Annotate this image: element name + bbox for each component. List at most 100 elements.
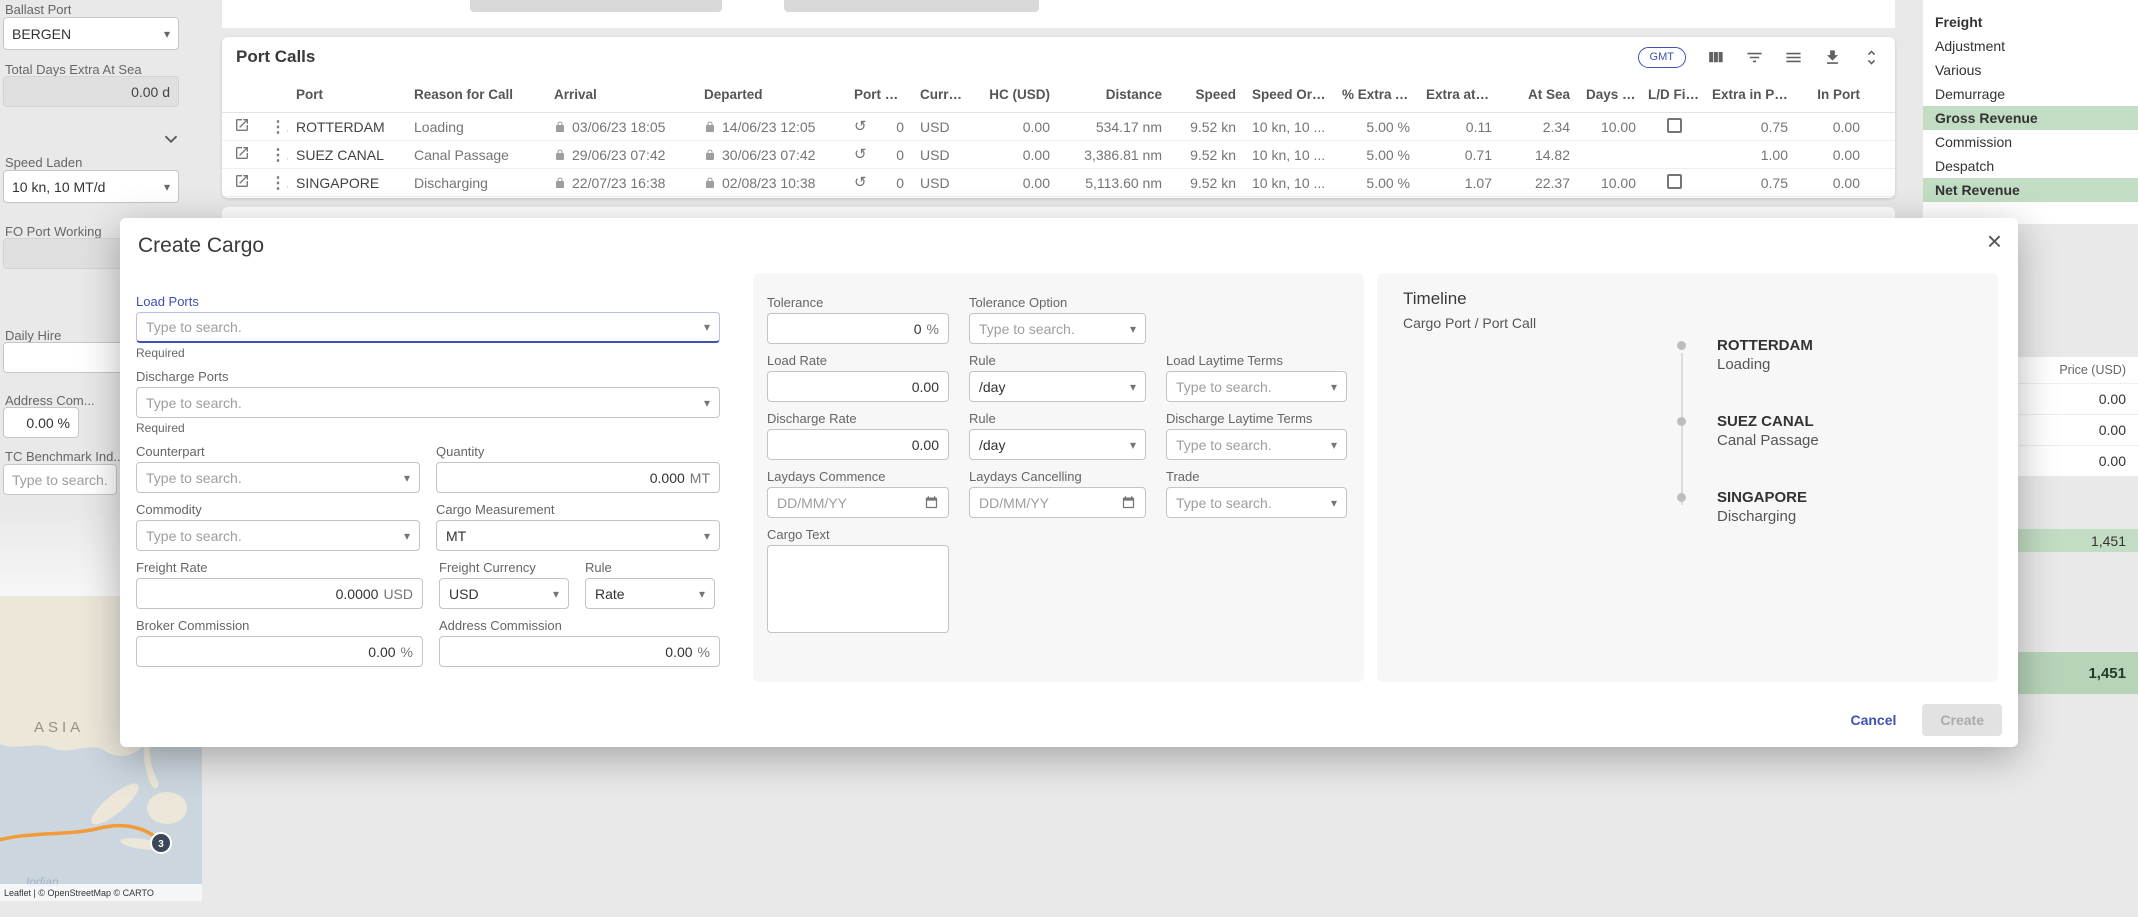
col-arrival: Arrival [546,87,696,102]
trade-input[interactable] [1176,495,1325,511]
tolerance-option-combobox[interactable]: ▾ [969,313,1146,344]
commodity-input[interactable] [146,528,398,544]
density-icon[interactable] [1784,48,1803,67]
load-rate-field[interactable] [767,371,949,402]
address-commission-input[interactable] [449,644,693,660]
create-button[interactable]: Create [1922,704,2002,736]
chevron-down-icon[interactable]: ▾ [704,396,710,410]
broker-commission-input[interactable] [146,644,396,660]
collapse-section-chevron-icon[interactable] [160,128,182,150]
tolerance-field[interactable]: % [767,313,949,344]
chevron-down-icon[interactable]: ▾ [699,587,705,601]
timeline-title: Timeline [1403,289,1467,309]
tolerance-option-input[interactable] [979,321,1124,337]
history-icon[interactable]: ↺ [854,119,867,134]
freight-rate-field[interactable]: USD [136,578,423,609]
map-cluster-marker[interactable]: 3 [151,833,171,853]
cell-speed: 9.52 kn [1170,119,1244,135]
discharge-laytime-terms-combobox[interactable]: ▾ [1166,429,1347,460]
row-menu-icon[interactable]: ⋮ [262,173,288,193]
counterpart-input[interactable] [146,470,398,486]
cell-extra-in-port: 1.00 [1704,147,1796,163]
discharge-ports-combobox[interactable]: ▾ [136,387,720,418]
load-ports-combobox[interactable]: ▾ [136,312,720,343]
address-commission-field[interactable]: % [439,636,720,667]
chevron-down-icon[interactable]: ▾ [1130,322,1136,336]
chevron-down-icon[interactable]: ▾ [1331,496,1337,510]
chevron-down-icon[interactable]: ▾ [704,320,710,334]
export-download-icon[interactable] [1823,48,1842,67]
chevron-down-icon[interactable]: ▾ [404,529,410,543]
cell-hc-usd: 0.00 [974,119,1058,135]
laydays-commence-field[interactable] [767,487,949,518]
col-in-port: In Port [1796,87,1868,102]
cargo-text-input[interactable] [767,545,949,633]
tc-benchmark-field[interactable] [3,464,117,495]
load-rule-select[interactable]: /day ▾ [969,371,1146,402]
freight-rate-input[interactable] [146,586,378,602]
chevron-down-icon[interactable]: ▾ [1130,438,1136,452]
counterpart-combobox[interactable]: ▾ [136,462,420,493]
load-laytime-terms-input[interactable] [1176,379,1325,395]
cargo-measurement-select[interactable]: MT ▾ [436,520,720,551]
speed-laden-select[interactable]: 10 kn, 10 MT/d ▾ [3,170,179,203]
chevron-down-icon[interactable]: ▾ [1130,380,1136,394]
laydays-cancelling-field[interactable] [969,487,1146,518]
freight-rule-select[interactable]: Rate ▾ [585,578,715,609]
load-ports-input[interactable] [146,319,698,335]
trade-combobox[interactable]: ▾ [1166,487,1347,518]
discharge-rule-select[interactable]: /day ▾ [969,429,1146,460]
discharge-rate-field[interactable] [767,429,949,460]
chevron-down-icon[interactable]: ▾ [404,471,410,485]
col-departed: Departed [696,87,846,102]
open-port-call-icon[interactable] [234,145,250,161]
discharge-ports-input[interactable] [146,395,698,411]
timeline-item: ROTTERDAM Loading [1677,337,1819,373]
pnl-panel: Freight Adjustment Various Demurrage Gro… [1923,0,2138,224]
calendar-icon[interactable] [1121,495,1136,510]
close-icon[interactable]: × [1987,226,2002,257]
quantity-field[interactable]: MT [436,462,720,493]
unfold-sort-icon[interactable] [1862,48,1881,67]
quantity-input[interactable] [446,470,685,486]
load-laytime-terms-combobox[interactable]: ▾ [1166,371,1347,402]
port-call-row: ⋮ SUEZ CANAL Canal Passage 29/06/23 07:4… [222,141,1895,169]
laydays-cancelling-input[interactable] [979,495,1115,511]
row-menu-icon[interactable]: ⋮ [262,145,288,165]
cell-arrival: 03/06/23 18:05 [572,119,665,135]
cancel-button[interactable]: Cancel [1850,712,1896,728]
ballast-port-select[interactable]: BERGEN ▾ [3,17,179,50]
ld-fixed-checkbox[interactable] [1667,174,1682,189]
address-commission-field[interactable] [3,407,79,438]
cell-pct-extra: 5.00 % [1334,175,1418,191]
chevron-down-icon[interactable]: ▾ [1331,380,1337,394]
chevron-down-icon[interactable]: ▾ [704,529,710,543]
load-rule-label: Rule [969,353,1146,368]
discharge-laytime-terms-input[interactable] [1176,437,1325,453]
chevron-down-icon[interactable]: ▾ [553,587,559,601]
speed-laden-value: 10 kn, 10 MT/d [12,179,164,195]
chevron-down-icon[interactable]: ▾ [1331,438,1337,452]
ld-fixed-checkbox[interactable] [1667,118,1682,133]
load-laytime-terms-label: Load Laytime Terms [1166,353,1347,368]
history-icon[interactable]: ↺ [854,175,867,190]
tolerance-input[interactable] [777,321,922,337]
gmt-chip[interactable]: GMT [1638,47,1686,68]
filter-icon[interactable] [1745,48,1764,67]
calendar-icon[interactable] [924,495,939,510]
tc-benchmark-label: TC Benchmark Ind... [5,449,124,464]
history-icon[interactable]: ↺ [854,147,867,162]
row-menu-icon[interactable]: ⋮ [262,117,288,137]
discharge-rate-input[interactable] [777,437,939,453]
load-rate-input[interactable] [777,379,939,395]
cell-port: SUEZ CANAL [288,147,406,163]
lock-icon [554,121,566,133]
commodity-combobox[interactable]: ▾ [136,520,420,551]
laydays-commence-input[interactable] [777,495,918,511]
open-port-call-icon[interactable] [234,117,250,133]
laydays-cancelling-label: Laydays Cancelling [969,469,1146,484]
freight-currency-select[interactable]: USD ▾ [439,578,569,609]
broker-commission-field[interactable]: % [136,636,423,667]
view-columns-icon[interactable] [1706,48,1725,67]
open-port-call-icon[interactable] [234,173,250,189]
